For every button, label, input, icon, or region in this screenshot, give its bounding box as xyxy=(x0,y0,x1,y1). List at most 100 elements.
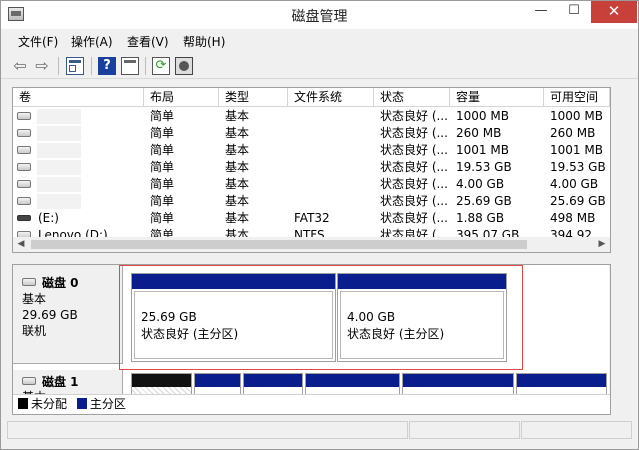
horizontal-scroll-thumb[interactable] xyxy=(31,240,527,249)
cell-fs xyxy=(288,176,374,193)
table-row[interactable]: 简单 基本 状态良好 (... 260 MB 260 MB xyxy=(13,125,610,142)
cell-status: 状态良好 (... xyxy=(380,109,448,123)
column-header-status[interactable]: 状态 xyxy=(374,88,450,107)
cell-status: 状态良好 (... xyxy=(380,177,448,191)
vertical-scrollbar[interactable]: ▲ ▼ xyxy=(609,265,610,391)
table-row[interactable]: 简单 基本 状态良好 (... 25.69 GB 25.69 GB xyxy=(13,193,610,210)
legend-label-primary: 主分区 xyxy=(89,397,126,411)
minimize-button[interactable]: — xyxy=(526,1,556,23)
unallocated-bar xyxy=(132,374,191,387)
redacted-volume-label xyxy=(37,126,81,141)
menu-action[interactable]: 操作(A) xyxy=(71,33,113,50)
redacted-volume-label xyxy=(37,177,81,192)
redacted-volume-label xyxy=(37,194,81,209)
rescan-disk-icon[interactable] xyxy=(175,57,193,75)
cell-volume xyxy=(13,108,144,125)
cell-volume xyxy=(13,142,144,159)
cell-volume xyxy=(13,193,144,210)
help-icon[interactable]: ? xyxy=(98,57,116,75)
title-bar[interactable]: 磁盘管理 — ☐ ✕ xyxy=(1,1,638,29)
cell-fs xyxy=(288,159,374,176)
toolbar: ⇦ ⇨ ? ⟳ xyxy=(1,53,638,79)
volume-icon xyxy=(17,180,31,188)
cell-layout: 简单 xyxy=(150,160,175,174)
column-header-filesystem[interactable]: 文件系统 xyxy=(288,88,374,107)
primary-partition-bar xyxy=(306,374,399,387)
close-button[interactable]: ✕ xyxy=(591,1,637,23)
redacted-volume-label xyxy=(37,160,81,175)
column-header-capacity[interactable]: 容量 xyxy=(450,88,544,107)
redacted-volume-label xyxy=(37,143,81,158)
cell-status: 状态良好 (... xyxy=(380,160,448,174)
volume-list[interactable]: 卷 布局 类型 文件系统 状态 容量 可用空间 简单 基本 状态良好 (... 100… xyxy=(12,87,611,253)
cell-status: 状态良好 (... xyxy=(380,126,448,140)
cell-type: 基本 xyxy=(225,211,250,225)
cell-free: 498 MB xyxy=(550,211,596,225)
forward-arrow-icon[interactable]: ⇨ xyxy=(33,57,51,75)
column-header-type[interactable]: 类型 xyxy=(219,88,288,107)
redacted-volume-label xyxy=(37,109,81,124)
cell-free: 4.00 GB xyxy=(550,177,599,191)
cell-capacity: 1000 MB xyxy=(456,109,509,123)
table-row[interactable]: (E:) 简单 基本 FAT32 状态良好 (... 1.88 GB 498 MB xyxy=(13,210,610,227)
cell-fs xyxy=(288,108,374,125)
cell-free: 1000 MB xyxy=(550,109,603,123)
scroll-down-button[interactable]: ▼ xyxy=(609,376,610,391)
cell-capacity: 1.88 GB xyxy=(456,211,505,225)
disk-0-info[interactable]: 磁盘 0 基本 29.69 GB 联机 xyxy=(13,265,123,364)
legend: 未分配 主分区 xyxy=(13,394,610,414)
column-header-free-space[interactable]: 可用空间 xyxy=(544,88,610,107)
console-tree-icon[interactable] xyxy=(66,57,84,75)
primary-partition-bar xyxy=(195,374,240,387)
table-row[interactable]: 简单 基本 状态良好 (... 19.53 GB 19.53 GB xyxy=(13,159,610,176)
menu-help[interactable]: 帮助(H) xyxy=(183,33,225,50)
toolbar-separator xyxy=(145,57,146,75)
table-row[interactable]: 简单 基本 状态良好 (... 4.00 GB 4.00 GB xyxy=(13,176,610,193)
cell-layout: 简单 xyxy=(150,143,175,157)
volume-icon xyxy=(17,146,31,154)
cell-layout: 简单 xyxy=(150,177,175,191)
disk-graphical-view[interactable]: 磁盘 0 基本 29.69 GB 联机 25.69 GB 状态良好 (主分区) … xyxy=(12,264,611,415)
cell-volume xyxy=(13,176,144,193)
disk-management-window: 磁盘管理 — ☐ ✕ 文件(F) 操作(A) 查看(V) 帮助(H) ⇦ ⇨ ?… xyxy=(0,0,639,450)
maximize-button[interactable]: ☐ xyxy=(559,1,589,23)
menu-bar: 文件(F) 操作(A) 查看(V) 帮助(H) xyxy=(1,31,638,51)
disk-icon xyxy=(22,377,36,385)
removable-drive-icon xyxy=(17,215,31,221)
scroll-up-button[interactable]: ▲ xyxy=(609,265,610,280)
cell-type: 基本 xyxy=(225,143,250,157)
properties-icon[interactable] xyxy=(121,57,139,75)
volume-icon xyxy=(17,163,31,171)
cell-type: 基本 xyxy=(225,109,250,123)
cell-capacity: 19.53 GB xyxy=(456,160,512,174)
cell-layout: 简单 xyxy=(150,126,175,140)
table-row[interactable]: 简单 基本 状态良好 (... 1001 MB 1001 MB xyxy=(13,142,610,159)
table-row[interactable]: 简单 基本 状态良好 (... 1000 MB 1000 MB xyxy=(13,108,610,125)
cell-status: 状态良好 (... xyxy=(380,211,448,225)
cell-free: 25.69 GB xyxy=(550,194,606,208)
menu-view[interactable]: 查看(V) xyxy=(127,33,169,50)
cell-free: 19.53 GB xyxy=(550,160,606,174)
volume-list-header: 卷 布局 类型 文件系统 状态 容量 可用空间 xyxy=(13,88,610,107)
horizontal-scrollbar[interactable]: ◀ ▶ xyxy=(13,237,610,252)
disk-0-kind: 基本 xyxy=(22,292,47,306)
cell-fs xyxy=(288,142,374,159)
disk-0-state: 联机 xyxy=(22,324,47,338)
scroll-left-button[interactable]: ◀ xyxy=(13,237,29,252)
cell-layout: 简单 xyxy=(150,194,175,208)
primary-partition-bar xyxy=(244,374,302,387)
cell-volume: (E:) xyxy=(13,210,144,227)
volume-icon xyxy=(17,112,31,120)
back-arrow-icon[interactable]: ⇦ xyxy=(11,57,29,75)
column-header-volume[interactable]: 卷 xyxy=(13,88,144,107)
refresh-icon[interactable]: ⟳ xyxy=(152,57,170,75)
cell-capacity: 1001 MB xyxy=(456,143,509,157)
cell-type: 基本 xyxy=(225,160,250,174)
column-header-layout[interactable]: 布局 xyxy=(144,88,219,107)
menu-file[interactable]: 文件(F) xyxy=(18,33,58,50)
disk-1-name: 磁盘 1 xyxy=(42,375,79,389)
scroll-right-button[interactable]: ▶ xyxy=(594,237,610,252)
disk-0-size: 29.69 GB xyxy=(22,308,78,322)
status-bar-pane xyxy=(521,421,632,439)
legend-swatch-primary xyxy=(76,398,87,409)
